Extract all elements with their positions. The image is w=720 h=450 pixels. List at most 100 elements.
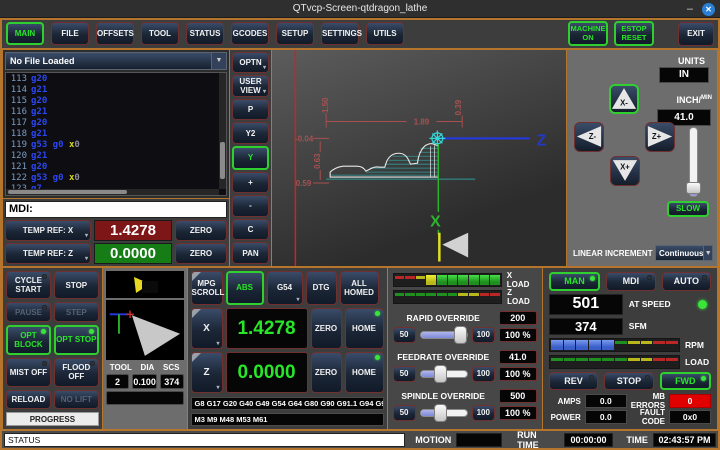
axis-select-x[interactable]: X bbox=[191, 308, 223, 349]
mode-man-button[interactable]: MAN bbox=[549, 272, 600, 291]
cycle-start-button[interactable]: CYCLE START bbox=[6, 271, 51, 299]
meter-segment bbox=[448, 292, 458, 302]
jog-z-minus-button[interactable]: Z- bbox=[574, 122, 604, 152]
step-button[interactable]: STEP bbox=[54, 302, 99, 321]
scrollbar-thumb[interactable] bbox=[220, 142, 225, 179]
tab-settings[interactable]: SETTINGS bbox=[321, 22, 359, 45]
tool-label: TOOL bbox=[110, 363, 132, 372]
view-button-y[interactable]: Y bbox=[232, 146, 269, 170]
mpg-scroll-button[interactable]: MPG SCROLL bbox=[191, 271, 223, 305]
pause-button[interactable]: PAUSE bbox=[6, 302, 51, 321]
spindle-stop-button[interactable]: STOP bbox=[604, 372, 653, 391]
temp-ref-x-button[interactable]: TEMP REF: X bbox=[5, 220, 91, 241]
jog-z-plus-button[interactable]: Z+ bbox=[645, 122, 675, 152]
opt-stop-button[interactable]: OPT STOP bbox=[54, 325, 99, 355]
zero-x-button[interactable]: ZERO bbox=[175, 220, 227, 241]
mode-mdi-button[interactable]: MDI bbox=[606, 272, 655, 291]
tab-file[interactable]: FILE bbox=[51, 22, 89, 45]
flood-off-button[interactable]: FLOOD OFF bbox=[54, 358, 99, 386]
slider-max-button[interactable]: 100 bbox=[472, 327, 495, 343]
slider-min-button[interactable]: 50 bbox=[393, 327, 416, 343]
slider-handle[interactable] bbox=[686, 182, 701, 194]
view-button-optn[interactable]: OPTN bbox=[232, 52, 269, 74]
opt-block-button[interactable]: OPT BLOCK bbox=[6, 325, 51, 355]
meter-segment bbox=[490, 275, 500, 285]
feedrate-override-slider[interactable] bbox=[420, 370, 468, 378]
dtg-button[interactable]: DTG bbox=[306, 271, 337, 305]
slider-max-button[interactable]: 100 bbox=[472, 366, 495, 382]
horizontal-scrollbar[interactable] bbox=[6, 189, 219, 195]
zero-z-button[interactable]: ZERO bbox=[175, 243, 227, 264]
file-selector-combo[interactable]: No File Loaded ▼ bbox=[5, 52, 227, 70]
chevron-down-icon[interactable]: ▼ bbox=[703, 246, 712, 260]
titlebar: QTvcp-Screen-qtdragon_lathe – ✕ bbox=[0, 0, 720, 18]
view-button-user-view[interactable]: USER VIEW bbox=[232, 75, 269, 97]
zero-x-button[interactable]: ZERO bbox=[311, 308, 342, 349]
axis-select-z[interactable]: Z bbox=[191, 352, 223, 393]
view-button--[interactable]: - bbox=[232, 195, 269, 217]
slider-handle[interactable] bbox=[454, 326, 467, 344]
machine-on-button[interactable]: MACHINE ON bbox=[568, 21, 608, 46]
main-toolbar: MAIN FILE OFFSETS TOOL STATUS GCODES SETUP SETT… bbox=[2, 20, 718, 49]
home-z-button[interactable]: HOME bbox=[345, 352, 384, 393]
view-button-y2[interactable]: Y2 bbox=[232, 122, 269, 144]
home-x-button[interactable]: HOME bbox=[345, 308, 384, 349]
view-button-p[interactable]: P bbox=[232, 99, 269, 121]
all-homed-button[interactable]: ALL HOMED bbox=[340, 271, 379, 305]
jog-x-plus-button[interactable]: X+ bbox=[610, 156, 640, 186]
tab-setup[interactable]: SETUP bbox=[276, 22, 314, 45]
rapid-override-slider[interactable] bbox=[420, 331, 468, 339]
override-group-rapid-override: RAPID OVERRIDE20050100100 % bbox=[393, 310, 537, 345]
slider-handle[interactable] bbox=[434, 404, 447, 422]
spindle-rev-button[interactable]: REV bbox=[549, 372, 598, 391]
tab-gcodes[interactable]: GCODES bbox=[231, 22, 269, 45]
tab-status[interactable]: STATUS bbox=[186, 22, 224, 45]
increment-combo[interactable]: Continuous ▼ bbox=[655, 245, 713, 261]
stop-button[interactable]: STOP bbox=[54, 271, 99, 299]
tab-offsets[interactable]: OFFSETS bbox=[96, 22, 134, 45]
estop-reset-button[interactable]: ESTOP RESET bbox=[614, 21, 654, 46]
spindle-override-slider[interactable] bbox=[420, 409, 468, 417]
gremlin-preview[interactable]: 1.89 -1.50 0.39 -0.04 0.63 0.59 bbox=[272, 49, 567, 267]
meter-segment bbox=[395, 292, 405, 302]
gcode-token: g21 bbox=[31, 85, 47, 95]
vertical-scrollbar[interactable] bbox=[219, 73, 226, 189]
mist-off-button[interactable]: MIST OFF bbox=[6, 358, 51, 386]
dim-left: -1.50 bbox=[321, 97, 330, 116]
tab-utils[interactable]: UTILS bbox=[366, 22, 404, 45]
slider-max-button[interactable]: 100 bbox=[472, 405, 495, 421]
jog-x-minus-button[interactable]: X- bbox=[609, 84, 639, 114]
gcode-listing[interactable]: 113g20114g21115g20116g21117g20118g21119g… bbox=[5, 72, 227, 196]
scrollbar-thumb[interactable] bbox=[8, 190, 127, 194]
tab-main[interactable]: MAIN bbox=[6, 22, 44, 45]
meter-segment bbox=[416, 292, 426, 302]
tab-tool[interactable]: TOOL bbox=[141, 22, 179, 45]
slider-min-button[interactable]: 50 bbox=[393, 366, 416, 382]
led-indicator bbox=[702, 275, 707, 280]
chevron-down-icon[interactable]: ▼ bbox=[211, 53, 226, 69]
no-lift-button[interactable]: NO LIFT bbox=[54, 390, 99, 409]
mode-auto-button[interactable]: AUTO bbox=[662, 272, 711, 291]
dro-value-z: 0.0000 bbox=[226, 352, 308, 393]
close-icon[interactable]: ✕ bbox=[702, 3, 715, 16]
slider-min-button[interactable]: 50 bbox=[393, 405, 416, 421]
exit-button[interactable]: EXIT bbox=[678, 22, 714, 46]
meter-segment bbox=[395, 275, 405, 285]
temp-ref-z-button[interactable]: TEMP REF: Z bbox=[5, 243, 91, 264]
view-button-c[interactable]: C bbox=[232, 219, 269, 241]
spindle-fwd-button[interactable]: FWD bbox=[660, 372, 711, 391]
jog-rate-slider[interactable] bbox=[689, 127, 698, 197]
led-indicator bbox=[90, 361, 95, 366]
view-button--[interactable]: + bbox=[232, 172, 269, 194]
reload-button[interactable]: RELOAD bbox=[6, 390, 51, 409]
minimize-icon[interactable]: – bbox=[687, 4, 693, 14]
view-button-pan[interactable]: PAN bbox=[232, 242, 269, 264]
abs-button[interactable]: ABS bbox=[226, 271, 264, 305]
zero-z-button[interactable]: ZERO bbox=[311, 352, 342, 393]
mdi-input[interactable]: MDI: bbox=[5, 201, 227, 218]
toolpath-plot: 1.89 -1.50 0.39 -0.04 0.63 0.59 bbox=[272, 50, 566, 266]
slider-handle[interactable] bbox=[434, 365, 447, 383]
slow-button[interactable]: SLOW bbox=[667, 201, 709, 217]
time-label: TIME bbox=[626, 435, 648, 445]
wcs-g54-button[interactable]: G54 bbox=[267, 271, 303, 305]
